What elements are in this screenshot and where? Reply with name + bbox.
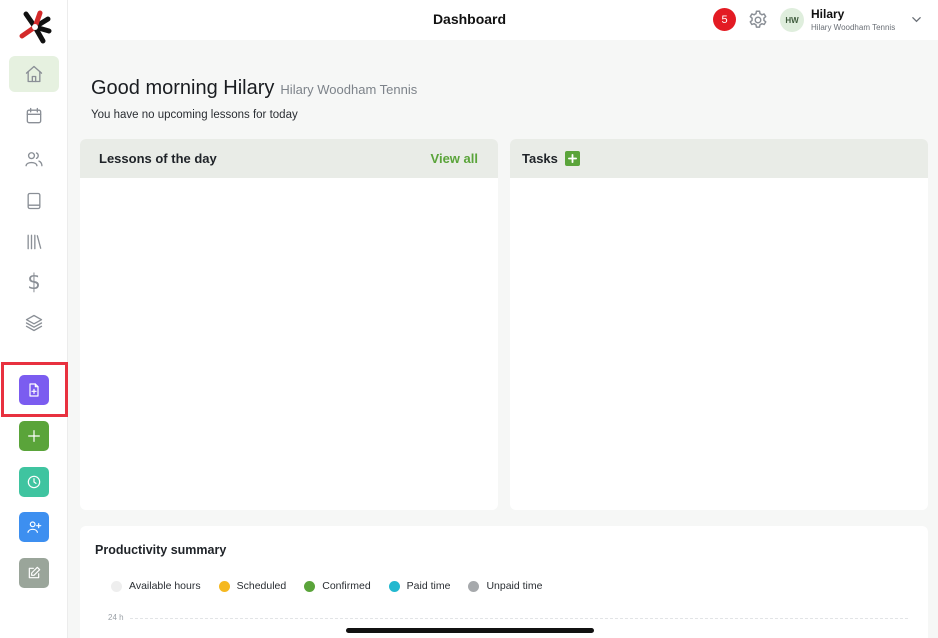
lessons-panel: Lessons of the day View all xyxy=(80,139,498,510)
legend-dot xyxy=(388,580,400,592)
plus-icon xyxy=(28,430,40,442)
edit-button[interactable] xyxy=(19,558,49,588)
gear-icon[interactable] xyxy=(747,9,769,31)
home-icon xyxy=(25,65,43,83)
legend-label: Scheduled xyxy=(236,580,287,592)
calendar-icon xyxy=(26,107,42,124)
legend-dot xyxy=(304,580,316,592)
legend-dot xyxy=(218,580,230,592)
legend-item-available: Available hours xyxy=(111,580,201,592)
sidebar-item-home[interactable] xyxy=(9,56,59,92)
view-all-link[interactable]: View all xyxy=(431,151,478,166)
productivity-summary: Productivity summary Available hours Sch… xyxy=(80,526,928,638)
greeting-title: Good morning Hilary xyxy=(91,77,275,99)
sidebar-item-billing[interactable]: $ xyxy=(9,264,59,300)
legend-dot xyxy=(468,580,480,592)
notifications-badge[interactable]: 5 xyxy=(713,8,736,31)
user-organization: Hilary Woodham Tennis xyxy=(811,23,896,32)
legend-label: Paid time xyxy=(406,580,451,592)
library-icon xyxy=(27,234,42,250)
sidebar-item-calendar[interactable] xyxy=(9,98,59,134)
sidebar: $ xyxy=(0,0,68,638)
users-icon xyxy=(25,152,43,167)
avatar[interactable]: HW xyxy=(780,8,804,32)
sidebar-item-library[interactable] xyxy=(9,224,59,260)
tasks-panel-header: Tasks xyxy=(510,139,928,178)
add-task-button[interactable] xyxy=(564,151,580,166)
greeting-organization: Hilary Woodham Tennis xyxy=(280,82,418,97)
sidebar-item-book[interactable] xyxy=(9,183,59,219)
plus-icon xyxy=(567,154,577,163)
chevron-down-icon[interactable] xyxy=(911,14,922,25)
edit-icon xyxy=(28,566,41,579)
legend-dot xyxy=(111,580,122,592)
dollar-icon: $ xyxy=(27,269,41,294)
add-user-button[interactable] xyxy=(19,512,49,542)
legend-item-paid: Paid time xyxy=(388,580,451,592)
chart-gridline xyxy=(130,618,908,619)
document-add-icon xyxy=(29,383,39,397)
layers-icon xyxy=(25,314,43,332)
time-button[interactable] xyxy=(19,467,49,497)
productivity-legend: Available hours Scheduled Confirmed Paid… xyxy=(111,580,560,592)
user-name[interactable]: Hilary xyxy=(811,7,844,21)
top-header: Dashboard 5 HW Hilary Hilary Woodham Ten… xyxy=(68,0,938,40)
legend-item-unpaid: Unpaid time xyxy=(468,580,542,592)
new-document-button[interactable] xyxy=(19,375,49,405)
legend-item-confirmed: Confirmed xyxy=(304,580,371,592)
clock-icon xyxy=(27,475,41,489)
legend-label: Confirmed xyxy=(322,580,371,592)
book-icon xyxy=(27,192,41,210)
legend-label: Available hours xyxy=(129,580,201,592)
sidebar-item-layers[interactable] xyxy=(9,305,59,341)
home-indicator[interactable] xyxy=(346,628,594,633)
tasks-panel: Tasks xyxy=(510,139,928,510)
tasks-title: Tasks xyxy=(522,151,558,166)
user-add-icon xyxy=(27,521,42,533)
productivity-title: Productivity summary xyxy=(95,543,227,557)
add-button[interactable] xyxy=(19,421,49,451)
legend-item-scheduled: Scheduled xyxy=(218,580,287,592)
sidebar-item-users[interactable] xyxy=(9,141,59,177)
greeting: Good morning Hilary Hilary Woodham Tenni… xyxy=(91,77,417,100)
legend-label: Unpaid time xyxy=(486,580,543,592)
lessons-panel-header: Lessons of the day View all xyxy=(80,139,498,178)
app-logo[interactable] xyxy=(18,10,52,44)
axis-tick-label: 24 h xyxy=(108,613,124,622)
lessons-title: Lessons of the day xyxy=(99,151,217,166)
greeting-subtitle: You have no upcoming lessons for today xyxy=(91,109,298,121)
